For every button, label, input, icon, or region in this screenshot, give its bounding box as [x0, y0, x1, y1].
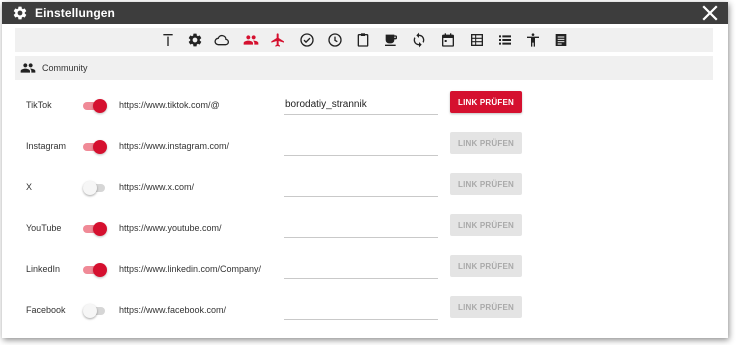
coffee-icon[interactable] [383, 32, 399, 48]
platform-label: Facebook [26, 305, 66, 315]
title-bar: Einstellungen [2, 2, 728, 24]
platform-label: X [26, 182, 33, 192]
instagram-handle-input[interactable] [284, 135, 438, 156]
youtube-toggle[interactable] [83, 222, 107, 236]
tiktok-check-link-button[interactable]: LINK PRÜFEN [450, 91, 522, 113]
settings-toolbar [15, 28, 713, 52]
gear-icon[interactable] [187, 32, 203, 48]
url-prefix: https://www.facebook.com/ [119, 305, 227, 315]
list-icon[interactable] [497, 32, 513, 48]
account-row-tiktok: TikTok https://www.tiktok.com/@ LINK PRÜ… [2, 88, 728, 128]
airplane-icon[interactable] [270, 32, 286, 48]
facebook-check-link-button[interactable]: LINK PRÜFEN [450, 296, 522, 318]
calendar-icon[interactable] [440, 32, 456, 48]
url-prefix: https://www.youtube.com/ [119, 223, 222, 233]
account-row-facebook: Facebook https://www.facebook.com/ LINK … [2, 293, 728, 333]
clipboard-icon[interactable] [355, 32, 371, 48]
tiktok-handle-input[interactable] [284, 94, 438, 115]
linkedin-toggle[interactable] [83, 263, 107, 277]
people-icon[interactable] [243, 32, 259, 48]
platform-label: YouTube [26, 223, 62, 233]
account-row-x: X https://www.x.com/ LINK PRÜFEN [2, 170, 728, 210]
document-icon[interactable] [553, 32, 569, 48]
youtube-handle-input[interactable] [284, 217, 438, 238]
settings-dialog: Einstellungen Community TikTok https://w… [2, 2, 728, 338]
dialog-title: Einstellungen [35, 6, 115, 20]
platform-label: TikTok [26, 100, 52, 110]
linkedin-handle-input[interactable] [284, 258, 438, 279]
check-circle-icon[interactable] [299, 32, 315, 48]
platform-label: LinkedIn [26, 264, 61, 274]
account-row-linkedin: LinkedIn https://www.linkedin.com/Compan… [2, 252, 728, 292]
text-top-icon[interactable] [160, 32, 176, 48]
accessibility-icon[interactable] [525, 32, 541, 48]
table-icon[interactable] [469, 32, 485, 48]
community-section-header: Community [15, 56, 713, 80]
x-toggle[interactable] [83, 181, 107, 195]
close-button[interactable] [701, 4, 719, 22]
gear-icon [12, 5, 28, 21]
instagram-check-link-button[interactable]: LINK PRÜFEN [450, 132, 522, 154]
people-icon [20, 61, 36, 75]
instagram-toggle[interactable] [83, 140, 107, 154]
clock-icon[interactable] [327, 32, 343, 48]
tiktok-toggle[interactable] [83, 99, 107, 113]
section-title: Community [42, 63, 88, 73]
close-icon [702, 5, 718, 21]
facebook-toggle[interactable] [83, 304, 107, 318]
account-row-instagram: Instagram https://www.instagram.com/ LIN… [2, 129, 728, 169]
x-check-link-button[interactable]: LINK PRÜFEN [450, 173, 522, 195]
url-prefix: https://www.linkedin.com/Company/ [119, 264, 262, 274]
url-prefix: https://www.x.com/ [119, 182, 195, 192]
x-handle-input[interactable] [284, 176, 438, 197]
linkedin-check-link-button[interactable]: LINK PRÜFEN [450, 255, 522, 277]
cloud-icon[interactable] [214, 32, 230, 48]
url-prefix: https://www.tiktok.com/@ [119, 100, 220, 110]
sync-icon[interactable] [411, 32, 427, 48]
url-prefix: https://www.instagram.com/ [119, 141, 230, 151]
youtube-check-link-button[interactable]: LINK PRÜFEN [450, 214, 522, 236]
platform-label: Instagram [26, 141, 67, 151]
account-row-youtube: YouTube https://www.youtube.com/ LINK PR… [2, 211, 728, 251]
facebook-handle-input[interactable] [284, 299, 438, 320]
